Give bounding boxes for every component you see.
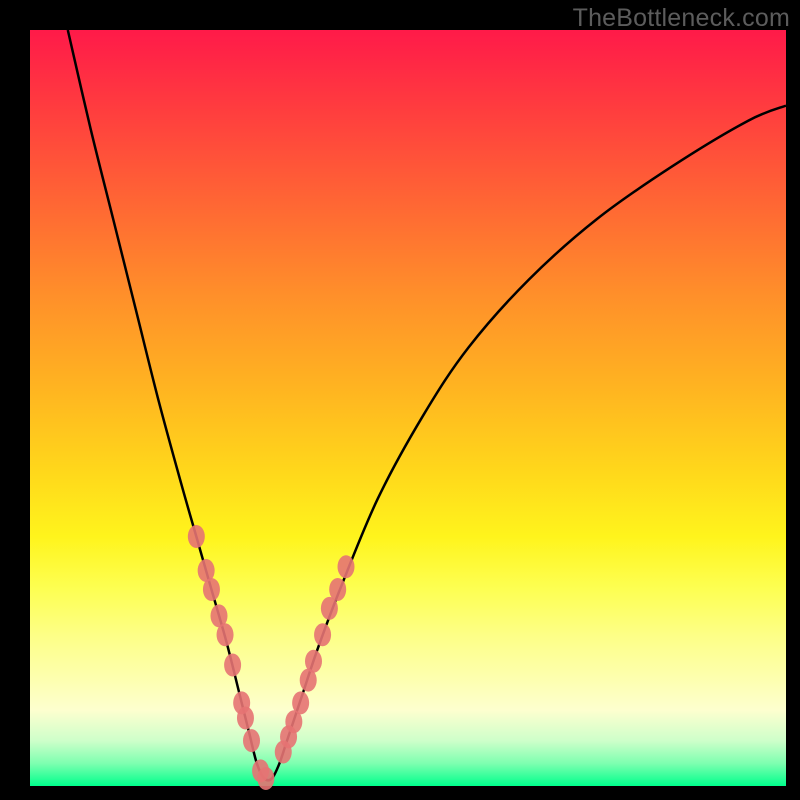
sample-dots-left — [188, 525, 275, 790]
sample-dot — [237, 706, 254, 729]
sample-dot — [188, 525, 205, 548]
sample-dot — [314, 623, 331, 646]
sample-dot — [292, 691, 309, 714]
sample-dot — [257, 767, 274, 790]
bottleneck-curve — [68, 30, 786, 780]
chart-frame: TheBottleneck.com — [0, 0, 800, 800]
sample-dot — [243, 729, 260, 752]
sample-dot — [305, 650, 322, 673]
plot-area — [30, 30, 786, 786]
sample-dot — [203, 578, 220, 601]
sample-dots-right — [275, 555, 355, 763]
bottleneck-curve-path — [68, 30, 786, 780]
sample-dot — [338, 555, 355, 578]
sample-dot — [329, 578, 346, 601]
chart-svg — [30, 30, 786, 786]
sample-dot — [224, 654, 241, 677]
sample-dot — [217, 623, 234, 646]
watermark-text: TheBottleneck.com — [573, 4, 790, 33]
